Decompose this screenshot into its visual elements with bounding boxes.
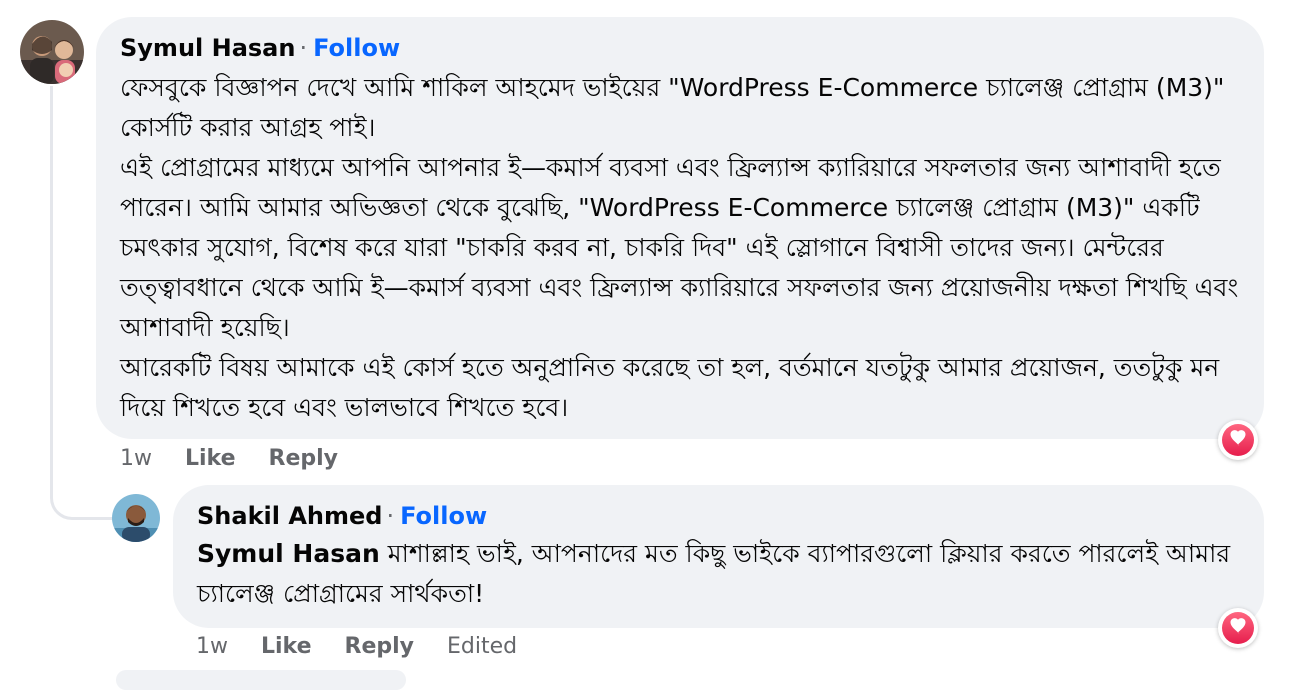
avatar-shakil-ahmed[interactable] [112,494,160,542]
reply-header: Shakil Ahmed · Follow [197,500,1240,532]
comment-actions: 1w Like Reply [120,444,338,474]
reply-timestamp[interactable]: 1w [196,632,228,662]
reply-bubble: Shakil Ahmed · Follow Symul Hasan মাশাল্লা… [173,485,1264,628]
mention-link[interactable]: Symul Hasan [197,539,380,568]
author-name[interactable]: Symul Hasan [120,34,295,62]
reply-text: Symul Hasan মাশাল্লাহ ভাই, আপনাদের মত কি… [197,534,1240,614]
comment-timestamp[interactable]: 1w [120,444,152,474]
like-button[interactable]: Like [261,632,312,662]
separator-dot: · [299,34,308,62]
edited-label: Edited [447,634,518,659]
avatar-symul-hasan[interactable] [20,20,84,84]
reply-actions: 1w Like Reply Edited [196,632,517,662]
next-comment-bubble [116,670,406,690]
author-name[interactable]: Shakil Ahmed [197,502,382,530]
separator-dot: · [386,502,395,530]
reaction-badge[interactable] [1218,420,1258,460]
follow-button[interactable]: Follow [313,34,400,62]
comment-header: Symul Hasan · Follow [120,32,1240,64]
reply-button[interactable]: Reply [345,632,415,662]
heart-icon [1229,618,1247,638]
reply-button[interactable]: Reply [269,444,339,474]
follow-button[interactable]: Follow [400,502,487,530]
heart-icon [1229,430,1247,450]
comment-text: ফেসবুকে বিজ্ঞাপন দেখে আমি শাকিল আহমেদ ভা… [120,73,1239,422]
like-button[interactable]: Like [185,444,236,474]
reaction-badge[interactable] [1218,608,1258,648]
comment-bubble: Symul Hasan · Follow ফেসবুকে বিজ্ঞাপন দেখে… [96,17,1264,439]
